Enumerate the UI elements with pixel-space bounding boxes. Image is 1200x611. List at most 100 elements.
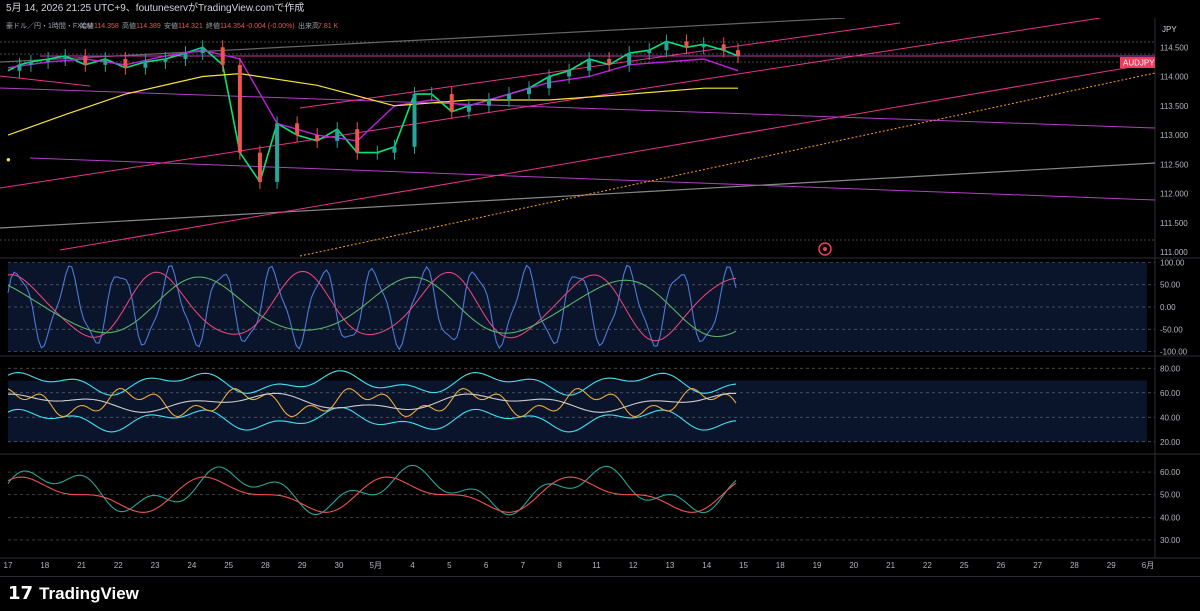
time-tick-label: 27	[1033, 561, 1042, 570]
time-tick-label: 7	[521, 561, 526, 570]
candle-body	[295, 123, 300, 136]
candle-body	[664, 41, 669, 51]
oscillator-3-group	[7, 464, 1155, 541]
candle-body	[429, 94, 434, 96]
time-tick-label: 18	[40, 561, 49, 570]
purple-channel-upper[interactable]	[0, 87, 1156, 129]
candle-body	[412, 94, 417, 147]
legend-close-label: 終値	[206, 21, 220, 30]
candle-body	[143, 61, 148, 68]
tradingview-logo[interactable]: 𝟭𝟳 TradingView	[8, 583, 139, 604]
candle-body	[46, 58, 51, 62]
time-tick-label: 14	[702, 561, 711, 570]
candle-body	[449, 94, 454, 112]
price-tick-label: 114.000	[1160, 73, 1189, 82]
price-series-group	[7, 34, 740, 189]
tradingview-logo-icon: 𝟭𝟳	[8, 583, 34, 604]
pink-channel-lower[interactable]	[0, 17, 1101, 189]
legend-low-label: 安値	[164, 21, 178, 30]
oscillator-tick-label: 40.00	[1160, 413, 1181, 422]
time-tick-label: 13	[665, 561, 674, 570]
black-trend-lower[interactable]	[0, 162, 1156, 229]
currency-label: JPY	[1162, 25, 1177, 34]
footer-bar: 𝟭𝟳 TradingView	[0, 576, 1200, 611]
candle-body	[257, 152, 262, 182]
candle-body	[701, 44, 706, 48]
oscillator-2-group	[7, 367, 1155, 443]
time-tick-label: 24	[187, 561, 196, 570]
legend-open: 114.358	[94, 23, 119, 30]
oscillator-band	[8, 380, 1147, 442]
time-tick-label: 26	[996, 561, 1005, 570]
pink-channel-bottom[interactable]	[59, 62, 1156, 251]
candle-body	[736, 50, 740, 57]
tradingview-logo-text: TradingView	[39, 583, 139, 603]
legend-high-label: 高値	[122, 21, 136, 30]
oscillator-1-group	[7, 262, 1155, 352]
price-levels	[0, 41, 1155, 241]
candle-body	[183, 53, 188, 59]
time-tick-label: 28	[1070, 561, 1079, 570]
legend-volume: 7.81 K	[318, 23, 339, 30]
time-tick-label: 25	[960, 561, 969, 570]
price-tag: AUDJPY	[1123, 59, 1155, 68]
time-tick-label: 21	[77, 561, 86, 570]
symbol-legend: 豪ドル／円・1時間・FXCM 始値 114.358 高値 114.389 安値 …	[6, 21, 339, 30]
candle-body	[392, 146, 397, 153]
candle-body	[28, 61, 33, 65]
time-tick-label: 18	[776, 561, 785, 570]
price-tick-label: 112.500	[1160, 160, 1189, 169]
chart-area[interactable]: 豪ドル／円・1時間・FXCM 始値 114.358 高値 114.389 安値 …	[0, 17, 1200, 576]
candle-body	[237, 64, 242, 153]
legend-low: 114.321	[178, 23, 203, 30]
candle-body	[355, 129, 360, 153]
alert-marker[interactable]	[818, 242, 832, 256]
time-tick-label: 8	[557, 561, 562, 570]
time-tick-label: 20	[849, 561, 858, 570]
time-tick-label: 11	[592, 561, 601, 570]
candle-body	[466, 105, 471, 112]
oscillator-tick-label: -100.00	[1160, 348, 1188, 357]
time-tick-label: 4	[410, 561, 415, 570]
pink-short-segment[interactable]	[0, 75, 91, 87]
time-tick-label: 15	[739, 561, 748, 570]
time-tick-label: 6	[484, 561, 489, 570]
candle-body	[123, 58, 128, 68]
candle-body	[547, 76, 552, 89]
legend-open-label: 始値	[80, 21, 94, 30]
candle-body	[17, 64, 22, 71]
oscillator-tick-label: 100.00	[1160, 258, 1185, 267]
candle-body	[647, 50, 652, 54]
candle-body	[163, 58, 168, 62]
chart-svg[interactable]: 豪ドル／円・1時間・FXCM 始値 114.358 高値 114.389 安値 …	[0, 17, 1200, 576]
purple-channel-lower[interactable]	[29, 157, 1156, 201]
time-tick-label: 17	[4, 561, 13, 570]
candle-body	[220, 47, 225, 65]
candle-body	[200, 47, 205, 54]
oscillator-tick-label: 60.00	[1160, 389, 1181, 398]
candle-body	[275, 123, 280, 182]
time-tick-label: 23	[151, 561, 160, 570]
oscillator-tick-label: 30.00	[1160, 536, 1181, 545]
candle-body	[335, 129, 340, 141]
time-tick-label: 5月	[370, 561, 382, 570]
oscillator-line[interactable]	[7, 464, 737, 516]
oscillator-tick-label: 60.00	[1160, 468, 1181, 477]
candle-body	[486, 99, 491, 106]
time-tick-label: 29	[298, 561, 307, 570]
candle-body	[627, 53, 632, 65]
time-tick-label: 22	[114, 561, 123, 570]
candle-body	[684, 41, 689, 48]
time-tick-label: 22	[923, 561, 932, 570]
time-tick-label: 30	[335, 561, 344, 570]
candle-body	[63, 56, 68, 59]
time-tick-label: 6月	[1142, 561, 1154, 570]
candle-body	[375, 152, 380, 154]
price-tick-label: 112.000	[1160, 190, 1189, 199]
candle-body	[607, 58, 612, 65]
time-tick-label: 28	[261, 561, 270, 570]
time-tick-label: 25	[224, 561, 233, 570]
legend-high: 114.389	[136, 23, 161, 30]
oscillator-tick-label: 20.00	[1160, 438, 1181, 447]
series-marker: ●	[6, 155, 11, 164]
